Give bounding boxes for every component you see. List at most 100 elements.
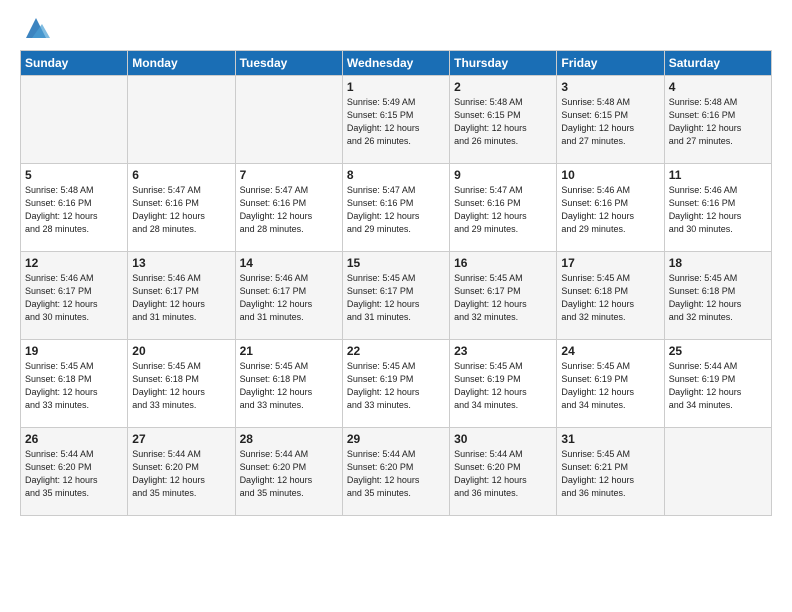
calendar-day-cell: 3 Sunrise: 5:48 AM Sunset: 6:15 PM Daylig… <box>557 76 664 164</box>
calendar-day-cell: 9 Sunrise: 5:47 AM Sunset: 6:16 PM Daylig… <box>450 164 557 252</box>
calendar-header-row: SundayMondayTuesdayWednesdayThursdayFrid… <box>21 51 772 76</box>
day-info: Sunrise: 5:45 AM Sunset: 6:19 PM Dayligh… <box>561 360 659 412</box>
logo-icon <box>22 14 50 42</box>
day-number: 9 <box>454 168 552 182</box>
calendar-week-row: 19 Sunrise: 5:45 AM Sunset: 6:18 PM Dayli… <box>21 340 772 428</box>
day-info: Sunrise: 5:48 AM Sunset: 6:15 PM Dayligh… <box>454 96 552 148</box>
day-number: 19 <box>25 344 123 358</box>
day-info: Sunrise: 5:48 AM Sunset: 6:15 PM Dayligh… <box>561 96 659 148</box>
day-number: 23 <box>454 344 552 358</box>
day-info: Sunrise: 5:45 AM Sunset: 6:18 PM Dayligh… <box>240 360 338 412</box>
day-info: Sunrise: 5:47 AM Sunset: 6:16 PM Dayligh… <box>454 184 552 236</box>
day-number: 17 <box>561 256 659 270</box>
day-number: 2 <box>454 80 552 94</box>
calendar-day-header: Thursday <box>450 51 557 76</box>
day-info: Sunrise: 5:46 AM Sunset: 6:16 PM Dayligh… <box>561 184 659 236</box>
day-info: Sunrise: 5:44 AM Sunset: 6:19 PM Dayligh… <box>669 360 767 412</box>
day-number: 20 <box>132 344 230 358</box>
calendar-day-header: Saturday <box>664 51 771 76</box>
day-info: Sunrise: 5:44 AM Sunset: 6:20 PM Dayligh… <box>132 448 230 500</box>
calendar-day-cell: 4 Sunrise: 5:48 AM Sunset: 6:16 PM Daylig… <box>664 76 771 164</box>
day-info: Sunrise: 5:46 AM Sunset: 6:17 PM Dayligh… <box>25 272 123 324</box>
calendar-day-cell: 31 Sunrise: 5:45 AM Sunset: 6:21 PM Dayli… <box>557 428 664 516</box>
calendar-day-cell <box>664 428 771 516</box>
day-number: 24 <box>561 344 659 358</box>
calendar-day-cell: 16 Sunrise: 5:45 AM Sunset: 6:17 PM Dayli… <box>450 252 557 340</box>
calendar-week-row: 12 Sunrise: 5:46 AM Sunset: 6:17 PM Dayli… <box>21 252 772 340</box>
calendar-day-cell <box>128 76 235 164</box>
calendar-day-header: Monday <box>128 51 235 76</box>
calendar-week-row: 5 Sunrise: 5:48 AM Sunset: 6:16 PM Daylig… <box>21 164 772 252</box>
calendar-day-header: Sunday <box>21 51 128 76</box>
calendar-day-cell: 12 Sunrise: 5:46 AM Sunset: 6:17 PM Dayli… <box>21 252 128 340</box>
day-number: 28 <box>240 432 338 446</box>
calendar-day-cell <box>21 76 128 164</box>
day-info: Sunrise: 5:49 AM Sunset: 6:15 PM Dayligh… <box>347 96 445 148</box>
day-info: Sunrise: 5:48 AM Sunset: 6:16 PM Dayligh… <box>669 96 767 148</box>
calendar-day-cell: 17Sunrise: 5:45 AM Sunset: 6:18 PM Dayli… <box>557 252 664 340</box>
day-info: Sunrise: 5:45 AM Sunset: 6:18 PM Dayligh… <box>669 272 767 324</box>
calendar-day-cell <box>235 76 342 164</box>
calendar-day-cell: 27 Sunrise: 5:44 AM Sunset: 6:20 PM Dayli… <box>128 428 235 516</box>
day-info: Sunrise: 5:45 AM Sunset: 6:17 PM Dayligh… <box>347 272 445 324</box>
day-info: Sunrise: 5:45 AM Sunset: 6:17 PM Dayligh… <box>454 272 552 324</box>
day-number: 12 <box>25 256 123 270</box>
day-info: Sunrise: 5:47 AM Sunset: 6:16 PM Dayligh… <box>347 184 445 236</box>
day-info: Sunrise: 5:46 AM Sunset: 6:17 PM Dayligh… <box>240 272 338 324</box>
day-number: 16 <box>454 256 552 270</box>
day-info: Sunrise: 5:44 AM Sunset: 6:20 PM Dayligh… <box>240 448 338 500</box>
calendar-day-cell: 8 Sunrise: 5:47 AM Sunset: 6:16 PM Daylig… <box>342 164 449 252</box>
calendar-day-cell: 30Sunrise: 5:44 AM Sunset: 6:20 PM Dayli… <box>450 428 557 516</box>
calendar-day-header: Wednesday <box>342 51 449 76</box>
day-number: 27 <box>132 432 230 446</box>
logo <box>20 18 50 42</box>
calendar-day-cell: 1 Sunrise: 5:49 AM Sunset: 6:15 PM Daylig… <box>342 76 449 164</box>
day-info: Sunrise: 5:45 AM Sunset: 6:21 PM Dayligh… <box>561 448 659 500</box>
calendar-day-cell: 7 Sunrise: 5:47 AM Sunset: 6:16 PM Daylig… <box>235 164 342 252</box>
calendar-day-cell: 14Sunrise: 5:46 AM Sunset: 6:17 PM Dayli… <box>235 252 342 340</box>
calendar-week-row: 26 Sunrise: 5:44 AM Sunset: 6:20 PM Dayli… <box>21 428 772 516</box>
day-number: 26 <box>25 432 123 446</box>
day-number: 5 <box>25 168 123 182</box>
day-info: Sunrise: 5:44 AM Sunset: 6:20 PM Dayligh… <box>347 448 445 500</box>
day-number: 4 <box>669 80 767 94</box>
day-number: 6 <box>132 168 230 182</box>
calendar-day-cell: 5 Sunrise: 5:48 AM Sunset: 6:16 PM Daylig… <box>21 164 128 252</box>
day-info: Sunrise: 5:44 AM Sunset: 6:20 PM Dayligh… <box>454 448 552 500</box>
calendar-day-header: Tuesday <box>235 51 342 76</box>
day-info: Sunrise: 5:47 AM Sunset: 6:16 PM Dayligh… <box>240 184 338 236</box>
calendar-table: SundayMondayTuesdayWednesdayThursdayFrid… <box>20 50 772 516</box>
day-number: 8 <box>347 168 445 182</box>
calendar-day-cell: 11Sunrise: 5:46 AM Sunset: 6:16 PM Dayli… <box>664 164 771 252</box>
calendar-day-cell: 19 Sunrise: 5:45 AM Sunset: 6:18 PM Dayli… <box>21 340 128 428</box>
calendar-day-cell: 21 Sunrise: 5:45 AM Sunset: 6:18 PM Dayli… <box>235 340 342 428</box>
calendar-day-cell: 24 Sunrise: 5:45 AM Sunset: 6:19 PM Dayli… <box>557 340 664 428</box>
day-number: 29 <box>347 432 445 446</box>
calendar-day-cell: 18Sunrise: 5:45 AM Sunset: 6:18 PM Dayli… <box>664 252 771 340</box>
calendar-day-cell: 22Sunrise: 5:45 AM Sunset: 6:19 PM Dayli… <box>342 340 449 428</box>
calendar-day-cell: 25 Sunrise: 5:44 AM Sunset: 6:19 PM Dayli… <box>664 340 771 428</box>
day-info: Sunrise: 5:44 AM Sunset: 6:20 PM Dayligh… <box>25 448 123 500</box>
calendar-day-cell: 23 Sunrise: 5:45 AM Sunset: 6:19 PM Dayli… <box>450 340 557 428</box>
calendar-day-cell: 13Sunrise: 5:46 AM Sunset: 6:17 PM Dayli… <box>128 252 235 340</box>
day-number: 10 <box>561 168 659 182</box>
day-number: 25 <box>669 344 767 358</box>
calendar-day-cell: 28 Sunrise: 5:44 AM Sunset: 6:20 PM Dayli… <box>235 428 342 516</box>
day-number: 31 <box>561 432 659 446</box>
day-info: Sunrise: 5:45 AM Sunset: 6:18 PM Dayligh… <box>25 360 123 412</box>
day-info: Sunrise: 5:48 AM Sunset: 6:16 PM Dayligh… <box>25 184 123 236</box>
calendar-day-cell: 20Sunrise: 5:45 AM Sunset: 6:18 PM Dayli… <box>128 340 235 428</box>
day-number: 7 <box>240 168 338 182</box>
page: SundayMondayTuesdayWednesdayThursdayFrid… <box>0 0 792 534</box>
day-number: 3 <box>561 80 659 94</box>
day-info: Sunrise: 5:45 AM Sunset: 6:19 PM Dayligh… <box>347 360 445 412</box>
day-info: Sunrise: 5:47 AM Sunset: 6:16 PM Dayligh… <box>132 184 230 236</box>
calendar-day-header: Friday <box>557 51 664 76</box>
day-number: 21 <box>240 344 338 358</box>
calendar-day-cell: 2 Sunrise: 5:48 AM Sunset: 6:15 PM Daylig… <box>450 76 557 164</box>
calendar-day-cell: 29 Sunrise: 5:44 AM Sunset: 6:20 PM Dayli… <box>342 428 449 516</box>
day-info: Sunrise: 5:45 AM Sunset: 6:19 PM Dayligh… <box>454 360 552 412</box>
calendar-day-cell: 26 Sunrise: 5:44 AM Sunset: 6:20 PM Dayli… <box>21 428 128 516</box>
day-number: 1 <box>347 80 445 94</box>
header <box>20 18 772 42</box>
